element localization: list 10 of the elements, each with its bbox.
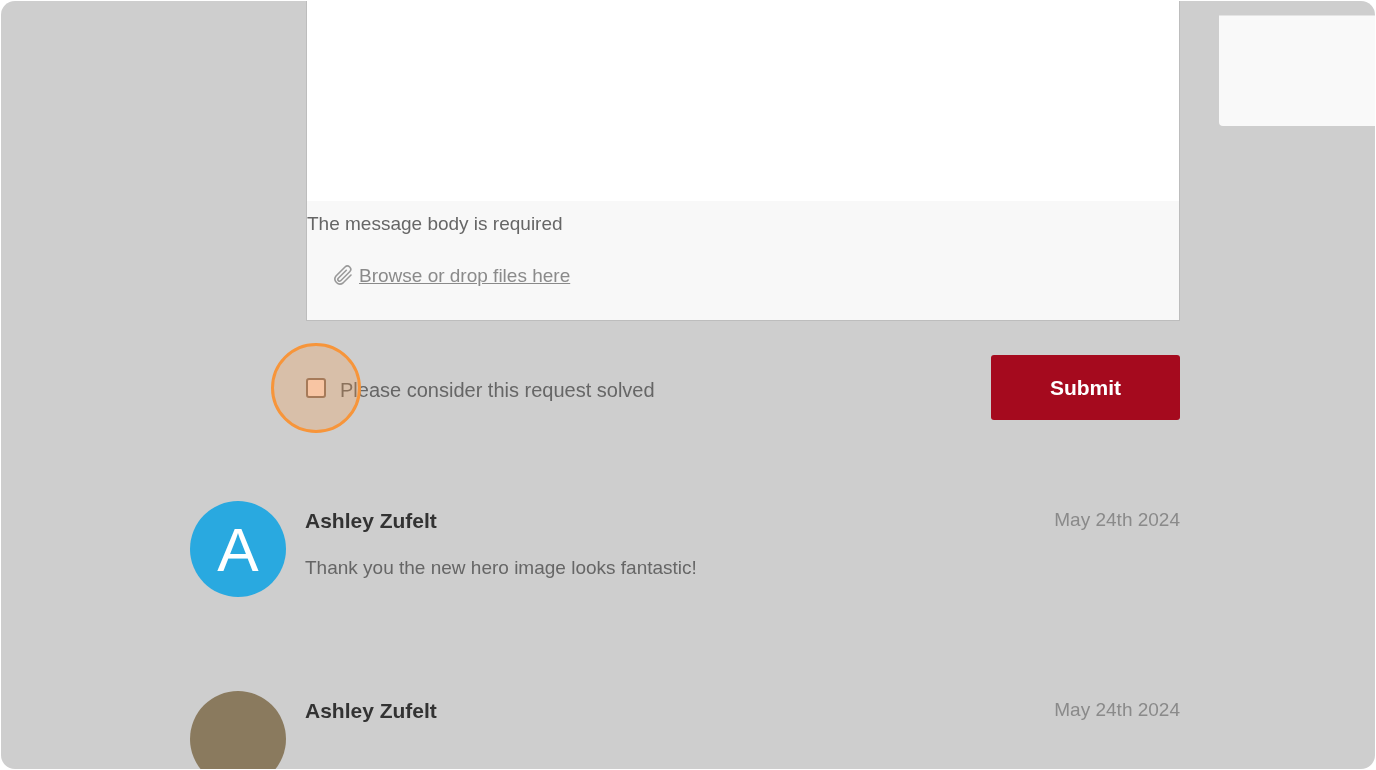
comment-date: May 24th 2024 [1054, 699, 1180, 722]
submit-button[interactable]: Submit [991, 355, 1180, 420]
error-message: The message body is required [307, 212, 564, 236]
author-name: Ashley Zufelt [305, 699, 437, 723]
comment-date: May 24th 2024 [1054, 509, 1180, 532]
avatar: A [190, 501, 286, 597]
comment-text: Thank you the new hero image looks fantastic! [305, 557, 698, 579]
author-name: Ashley Zufelt [305, 509, 437, 533]
paperclip-icon [331, 264, 355, 288]
solved-checkbox[interactable] [306, 377, 326, 398]
